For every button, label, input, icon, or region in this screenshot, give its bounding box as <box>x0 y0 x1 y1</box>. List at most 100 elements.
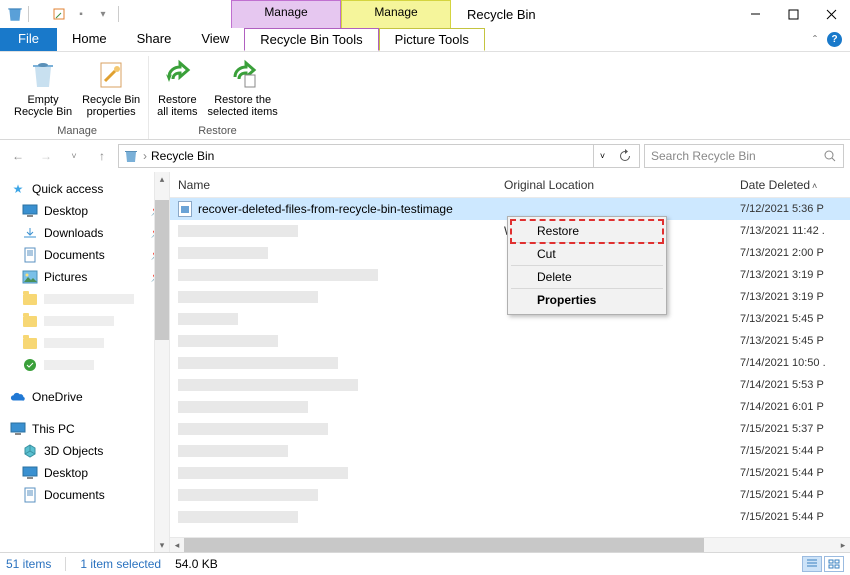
group-caption: Restore <box>198 125 237 139</box>
date-deleted: 7/12/2021 5:36 P <box>732 203 850 215</box>
context-menu-delete[interactable]: Delete <box>511 266 663 289</box>
restore-selected-button[interactable]: Restore the selected items <box>206 56 280 120</box>
back-button[interactable]: ← <box>6 144 30 168</box>
sidebar-item-blurred[interactable] <box>0 332 169 354</box>
context-menu-cut[interactable]: Cut <box>511 243 663 266</box>
downloads-icon <box>22 225 38 241</box>
search-icon <box>823 149 837 163</box>
forward-button[interactable]: → <box>34 144 58 168</box>
horizontal-scrollbar[interactable]: ◂ ▸ <box>170 537 850 552</box>
empty-recycle-bin-button[interactable]: Empty Recycle Bin <box>12 56 74 120</box>
table-row[interactable]: 7/14/2021 10:50 . <box>170 352 850 374</box>
sidebar-scrollbar[interactable]: ▴ ▾ <box>154 172 169 552</box>
this-pc-icon <box>10 421 26 437</box>
blurred-name <box>178 423 328 435</box>
navigation-pane[interactable]: ★Quick access Desktop📌 Downloads📌 Docume… <box>0 172 170 552</box>
scrollbar-thumb[interactable] <box>155 200 169 340</box>
sidebar-item-quick-access[interactable]: ★Quick access <box>0 178 169 200</box>
sidebar-item-blurred[interactable] <box>0 288 169 310</box>
table-row[interactable]: 7/14/2021 6:01 P <box>170 396 850 418</box>
blurred-name <box>178 313 238 325</box>
collapse-ribbon-icon[interactable]: ˆ <box>813 33 817 47</box>
folder-icon <box>22 335 38 351</box>
search-placeholder: Search Recycle Bin <box>651 149 756 163</box>
tab-file[interactable]: File <box>0 28 57 51</box>
sidebar-item-desktop[interactable]: Desktop📌 <box>0 200 169 222</box>
sidebar-item-pictures[interactable]: Pictures📌 <box>0 266 169 288</box>
pictures-icon <box>22 269 38 285</box>
tab-share[interactable]: Share <box>122 28 187 51</box>
search-box[interactable]: Search Recycle Bin <box>644 144 844 168</box>
ribbon-tabs: File Home Share View Recycle Bin Tools P… <box>0 28 850 52</box>
up-button[interactable]: ↑ <box>90 144 114 168</box>
navigation-bar: ← → ˅ ↑ › Recycle Bin ˅ Search Recycle B… <box>0 140 850 172</box>
scroll-right-icon[interactable]: ▸ <box>836 540 850 551</box>
recent-dropdown[interactable]: ˅ <box>62 144 86 168</box>
main-area: ★Quick access Desktop📌 Downloads📌 Docume… <box>0 172 850 552</box>
tab-recycle-bin-tools[interactable]: Recycle Bin Tools <box>244 28 378 51</box>
column-date-deleted[interactable]: Date Deleted˄ <box>732 178 850 192</box>
address-location[interactable]: Recycle Bin <box>151 149 214 163</box>
recycle-bin-icon <box>123 148 139 164</box>
sidebar-item-documents2[interactable]: Documents <box>0 484 169 506</box>
view-details-button[interactable] <box>802 556 822 572</box>
blurred-name <box>178 379 358 391</box>
restore-all-button[interactable]: Restore all items <box>155 56 199 120</box>
scroll-down-icon[interactable]: ▾ <box>155 538 169 552</box>
chevron-right-icon[interactable]: › <box>143 149 147 163</box>
qat-new-icon[interactable]: ▪ <box>72 5 90 23</box>
ribbon: Empty Recycle Bin Recycle Bin properties… <box>0 52 850 140</box>
context-tab-recycle-tools[interactable]: Manage <box>231 0 341 28</box>
refresh-button[interactable] <box>615 145 635 167</box>
desktop-icon <box>22 465 38 481</box>
minimize-button[interactable] <box>736 0 774 28</box>
context-menu-restore[interactable]: Restore <box>511 220 663 243</box>
table-row[interactable]: 7/15/2021 5:44 P <box>170 440 850 462</box>
sidebar-item-downloads[interactable]: Downloads📌 <box>0 222 169 244</box>
blurred-name <box>178 335 278 347</box>
tab-view[interactable]: View <box>186 28 244 51</box>
sidebar-item-3d-objects[interactable]: 3D Objects <box>0 440 169 462</box>
table-row[interactable]: 7/15/2021 5:44 P <box>170 484 850 506</box>
date-deleted: 7/13/2021 5:45 P <box>732 335 850 347</box>
recycle-bin-properties-button[interactable]: Recycle Bin properties <box>80 56 142 120</box>
table-row[interactable]: 7/15/2021 5:44 P <box>170 506 850 528</box>
column-original-location[interactable]: Original Location <box>496 178 732 192</box>
blurred-name <box>178 269 378 281</box>
sidebar-item-blurred[interactable] <box>0 354 169 376</box>
date-deleted: 7/15/2021 5:44 P <box>732 467 850 479</box>
address-dropdown[interactable]: ˅ <box>593 145 611 167</box>
sidebar-item-documents[interactable]: Documents📌 <box>0 244 169 266</box>
label: Downloads <box>44 226 103 240</box>
sidebar-item-blurred[interactable] <box>0 310 169 332</box>
sidebar-item-desktop2[interactable]: Desktop <box>0 462 169 484</box>
blurred-name <box>178 511 298 523</box>
label: Documents <box>44 248 105 262</box>
column-headers[interactable]: Name Original Location Date Deleted˄ <box>170 172 850 198</box>
help-icon[interactable]: ? <box>827 32 842 47</box>
context-menu-properties[interactable]: Properties <box>511 289 663 311</box>
table-row[interactable]: 7/14/2021 5:53 P <box>170 374 850 396</box>
sidebar-item-onedrive[interactable]: OneDrive <box>0 386 169 408</box>
table-row[interactable]: 7/15/2021 5:44 P <box>170 462 850 484</box>
date-deleted: 7/13/2021 5:45 P <box>732 313 850 325</box>
titlebar: ▪ ▾ Manage Manage Recycle Bin <box>0 0 850 28</box>
folder-icon <box>22 291 38 307</box>
blurred-name <box>178 291 318 303</box>
maximize-button[interactable] <box>774 0 812 28</box>
scroll-up-icon[interactable]: ▴ <box>155 172 169 186</box>
context-tab-picture-tools[interactable]: Manage <box>341 0 451 28</box>
column-name[interactable]: Name <box>170 178 496 192</box>
table-row[interactable]: 7/15/2021 5:37 P <box>170 418 850 440</box>
tab-home[interactable]: Home <box>57 28 122 51</box>
tab-picture-tools[interactable]: Picture Tools <box>379 28 485 51</box>
scroll-left-icon[interactable]: ◂ <box>170 540 184 551</box>
scrollbar-thumb[interactable] <box>184 538 704 552</box>
close-button[interactable] <box>812 0 850 28</box>
view-thumbnails-button[interactable] <box>824 556 844 572</box>
qat-properties-icon[interactable] <box>50 5 68 23</box>
sidebar-item-this-pc[interactable]: This PC <box>0 418 169 440</box>
table-row[interactable]: 7/13/2021 5:45 P <box>170 330 850 352</box>
qat-dropdown-icon[interactable]: ▾ <box>94 5 112 23</box>
address-bar[interactable]: › Recycle Bin ˅ <box>118 144 640 168</box>
